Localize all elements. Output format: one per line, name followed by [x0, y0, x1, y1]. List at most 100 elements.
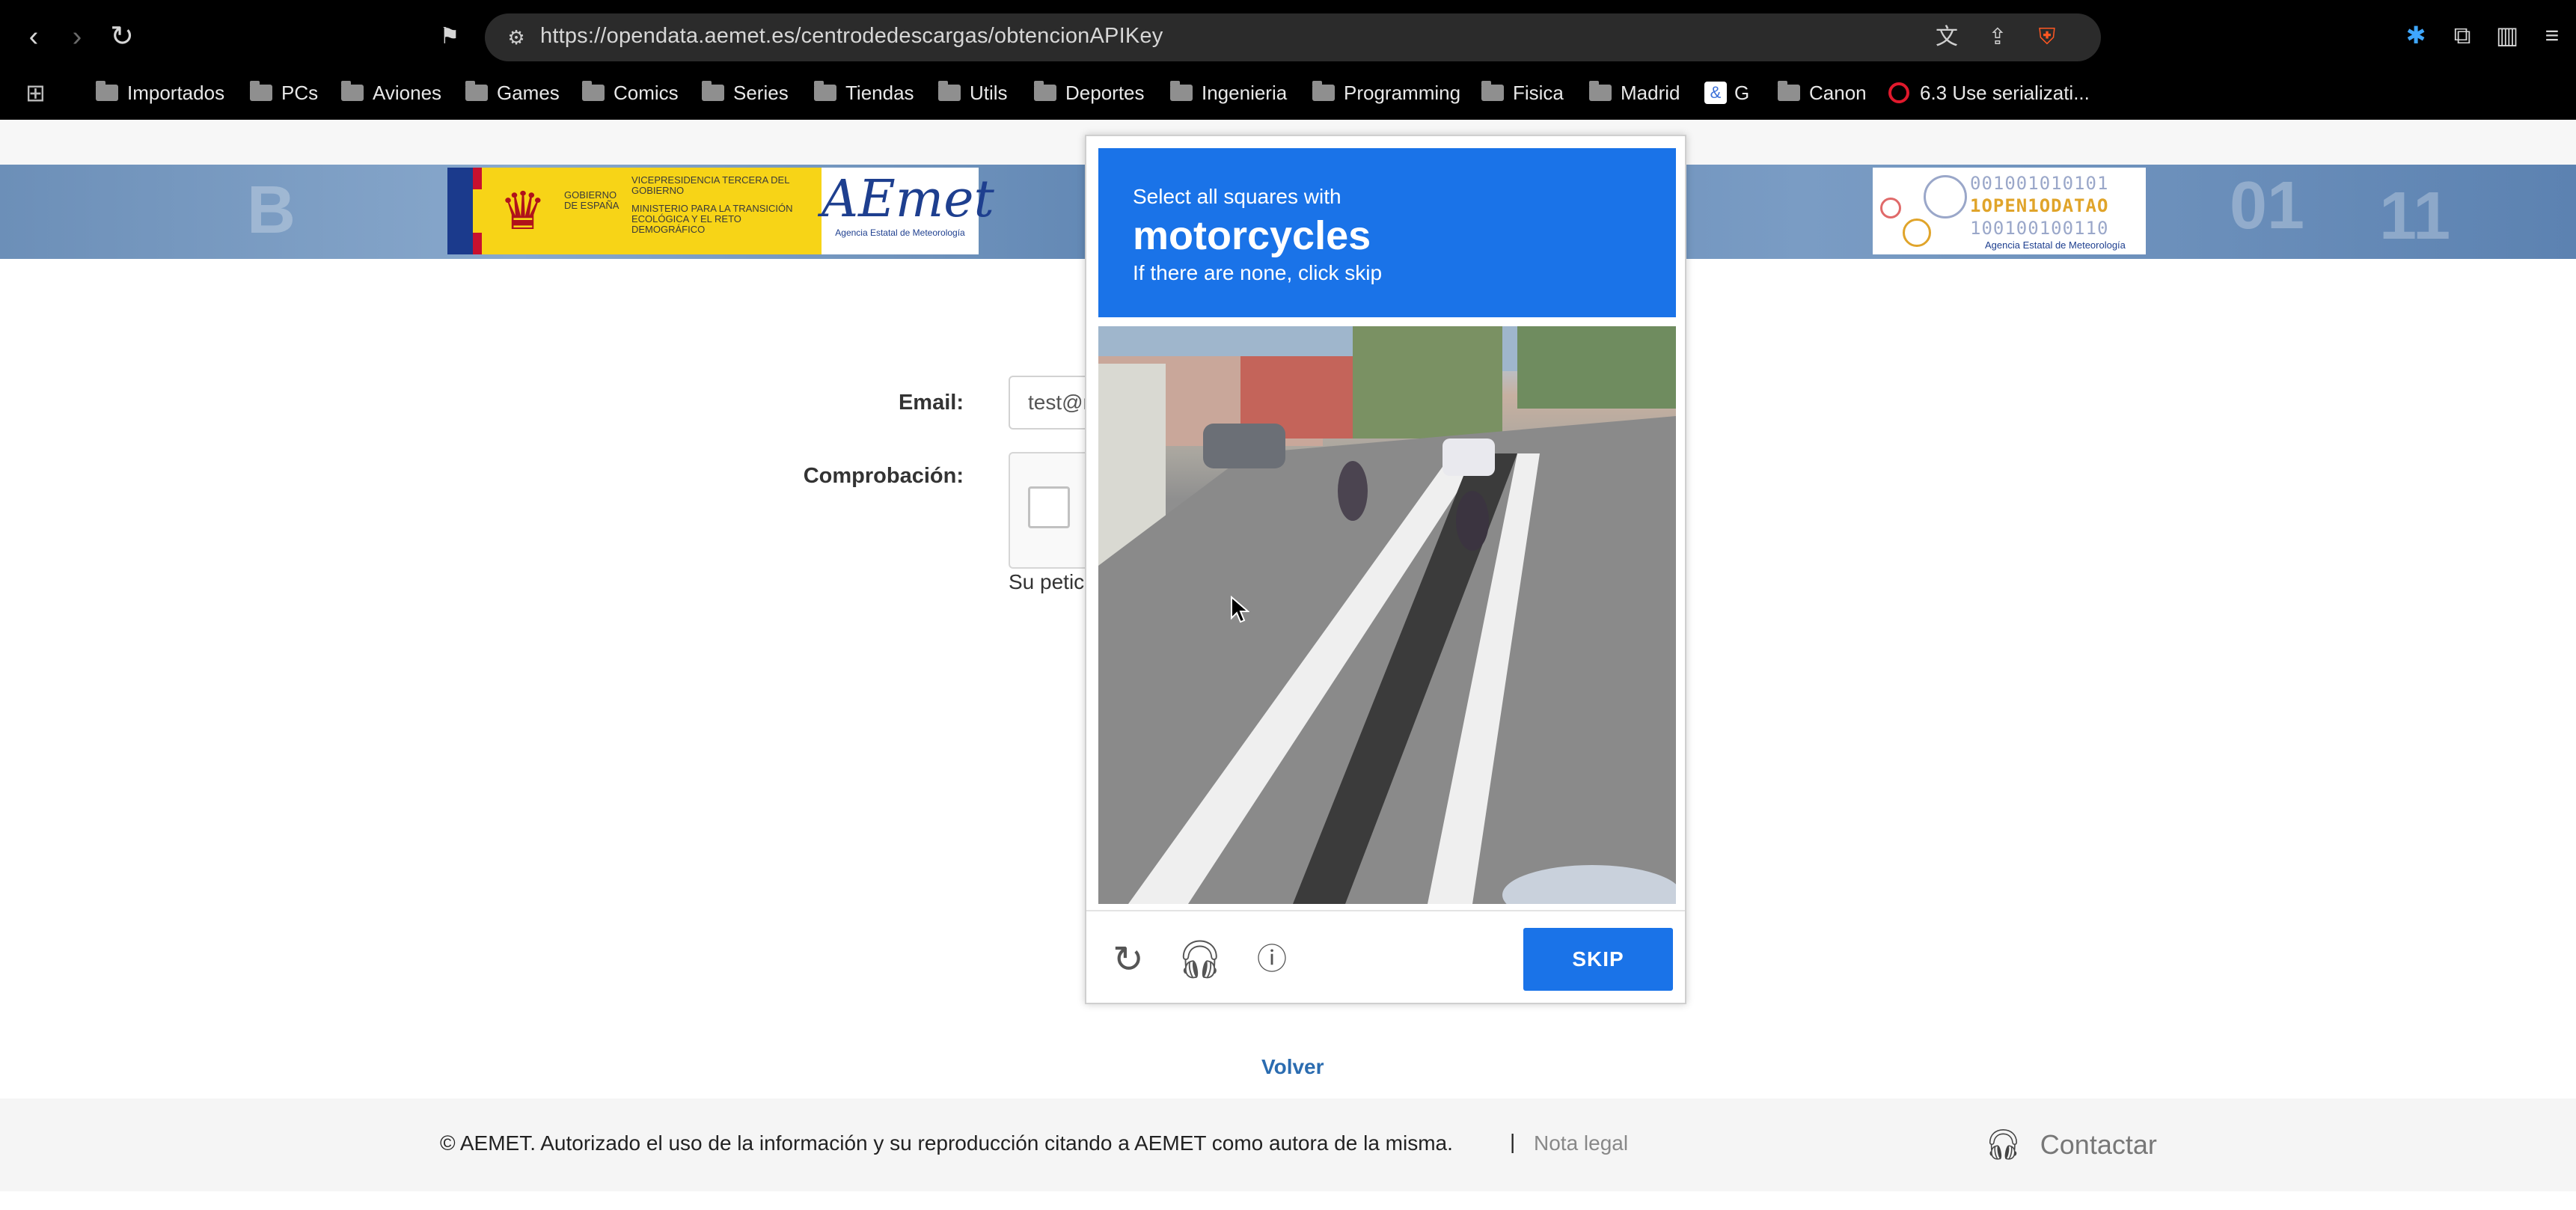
coat-of-arms-icon: ♛ [499, 182, 547, 240]
bookmark-folder[interactable]: Madrid [1589, 76, 1680, 109]
info-icon[interactable]: ⓘ [1248, 935, 1296, 983]
bookmark-link[interactable]: & G [1704, 76, 1749, 109]
captcha-tile[interactable] [1098, 471, 1243, 615]
opendata-subtitle: Agencia Estatal de Meteorología [1985, 239, 2126, 251]
captcha-tile[interactable] [1532, 471, 1676, 615]
footer-separator: | [1510, 1130, 1516, 1153]
copyright-text: © AEMET. Autorizado el uso de la informa… [440, 1131, 1453, 1155]
folder-icon [465, 81, 488, 101]
forward-arrow-icon[interactable]: › [58, 18, 96, 55]
aemet-logo[interactable]: AEmet Agencia Estatal de Meteorología [822, 168, 994, 254]
reload-icon[interactable]: ↻ [1104, 935, 1152, 983]
folder-icon [582, 81, 605, 101]
captcha-tile[interactable] [1243, 471, 1387, 615]
captcha-tile[interactable] [1532, 760, 1676, 904]
footer: © AEMET. Autorizado el uso de la informa… [0, 1099, 2576, 1191]
folder-icon [814, 81, 836, 101]
captcha-tile[interactable] [1387, 326, 1532, 471]
bookmark-folder[interactable]: Series [702, 76, 789, 109]
gov-text: GOBIERNO DE ESPAÑA [564, 189, 619, 211]
bookmark-folder[interactable]: Ingenieria [1170, 76, 1287, 109]
bookmark-link[interactable]: 6.3 Use serializati... [1888, 76, 2090, 109]
captcha-tile[interactable] [1243, 760, 1387, 904]
back-link[interactable]: Volver [1261, 1055, 1324, 1079]
apps-grid-icon[interactable]: ⊞ [25, 76, 46, 109]
site-settings-icon[interactable]: ⚙ [501, 22, 531, 52]
ministry-text: MINISTERIO PARA LA TRANSICIÓN ECOLÓGICA … [631, 203, 793, 235]
brave-shield-icon[interactable]: ⛨ [2031, 22, 2063, 52]
bookmark-folder[interactable]: Deportes [1034, 76, 1145, 109]
bookmark-folder[interactable]: Utils [938, 76, 1008, 109]
banner-decoration: 01 [2230, 168, 2305, 243]
captcha-tile[interactable] [1098, 615, 1243, 760]
bookmark-folder[interactable]: Comics [582, 76, 679, 109]
folder-icon [341, 81, 364, 101]
eu-flag-icon [447, 168, 482, 254]
banner-decoration: B [247, 173, 296, 248]
url-text[interactable]: https://opendata.aemet.es/centrodedescar… [540, 24, 1163, 49]
aemet-wordmark: AEmet [822, 170, 994, 229]
circle-decoration [1924, 175, 1967, 219]
headphones-icon[interactable]: 🎧︎ [1176, 935, 1224, 983]
captcha-tile[interactable] [1243, 615, 1387, 760]
bookmark-folder[interactable]: Games [465, 76, 560, 109]
captcha-hint: If there are none, click skip [1133, 261, 1383, 284]
bookmark-folder[interactable]: Programming [1312, 76, 1460, 109]
skip-button[interactable]: SKIP [1523, 928, 1673, 991]
circle-decoration [1880, 198, 1901, 219]
translate-icon[interactable]: 文 [1932, 22, 1962, 52]
aemet-subtitle: Agencia Estatal de Meteorología [835, 227, 965, 238]
folder-icon [1312, 81, 1335, 101]
cursor-arrow-icon [1231, 595, 1250, 623]
bookmark-folder[interactable]: Canon [1778, 76, 1867, 109]
bookmark-icon[interactable]: ⚑ [431, 18, 468, 55]
folder-icon [250, 81, 272, 101]
captcha-tile[interactable] [1387, 760, 1532, 904]
bookmark-folder[interactable]: Fisica [1481, 76, 1564, 109]
address-bar[interactable]: ⚙ https://opendata.aemet.es/centrodedesc… [485, 13, 2101, 61]
captcha-footer: ↻ 🎧︎ ⓘ SKIP [1086, 910, 1685, 1003]
opera-icon [1888, 82, 1909, 103]
extensions-icon[interactable]: ⧉ [2445, 18, 2479, 52]
banner-decoration: 11 [2379, 179, 2451, 254]
captcha-tile[interactable] [1243, 326, 1387, 471]
captcha-target: motorcycles [1133, 213, 1371, 258]
bookmark-folder[interactable]: Aviones [341, 76, 441, 109]
captcha-tile[interactable] [1532, 326, 1676, 471]
captcha-tiles [1098, 326, 1676, 904]
headphones-icon: 🎧︎ [1984, 1128, 2022, 1161]
captcha-challenge: Select all squares with motorcycles If t… [1085, 135, 1686, 1004]
captcha-label: Comprobación: [803, 464, 964, 488]
folder-icon [1170, 81, 1193, 101]
captcha-tile[interactable] [1387, 615, 1532, 760]
folder-icon [1481, 81, 1504, 101]
menu-icon[interactable]: ≡ [2535, 18, 2569, 52]
vpn-icon[interactable]: ✱ [2399, 18, 2433, 52]
share-icon[interactable]: ⇪ [1983, 22, 2013, 52]
captcha-tile[interactable] [1098, 326, 1243, 471]
email-label: Email: [898, 391, 964, 415]
bookmark-folder[interactable]: Tiendas [814, 76, 914, 109]
folder-icon [938, 81, 961, 101]
bookmark-folder[interactable]: Importados [96, 76, 224, 109]
reload-icon[interactable]: ↻ [103, 18, 141, 55]
sidebar-icon[interactable]: ▥ [2490, 18, 2524, 52]
folder-icon [96, 81, 118, 101]
legal-notice-link[interactable]: Nota legal [1534, 1131, 1628, 1155]
google-icon: & [1704, 82, 1727, 104]
recaptcha-checkbox[interactable] [1028, 486, 1070, 528]
contact-link[interactable]: 🎧︎ Contactar [1984, 1127, 2157, 1162]
opendata-logo[interactable]: 001001010101 1OPEN1ODATAO 100100100110 A… [1873, 168, 2146, 254]
browser-toolbar: ‹ › ↻ ⚑ ⚙ https://opendata.aemet.es/cent… [0, 0, 2576, 66]
vicepresidency-text: VICEPRESIDENCIA TERCERA DEL GOBIERNO [631, 174, 789, 196]
captcha-tile[interactable] [1532, 615, 1676, 760]
contact-label: Contactar [2040, 1128, 2157, 1160]
captcha-instruction: Select all squares with [1133, 185, 1341, 208]
captcha-tile[interactable] [1098, 760, 1243, 904]
back-arrow-icon[interactable]: ‹ [15, 18, 52, 55]
circle-decoration [1903, 219, 1931, 247]
captcha-tile[interactable] [1387, 471, 1532, 615]
bookmark-folder[interactable]: PCs [250, 76, 318, 109]
bookmarks-bar: ⊞ Importados PCs Aviones Games Comics Se… [0, 66, 2576, 120]
folder-icon [1034, 81, 1056, 101]
